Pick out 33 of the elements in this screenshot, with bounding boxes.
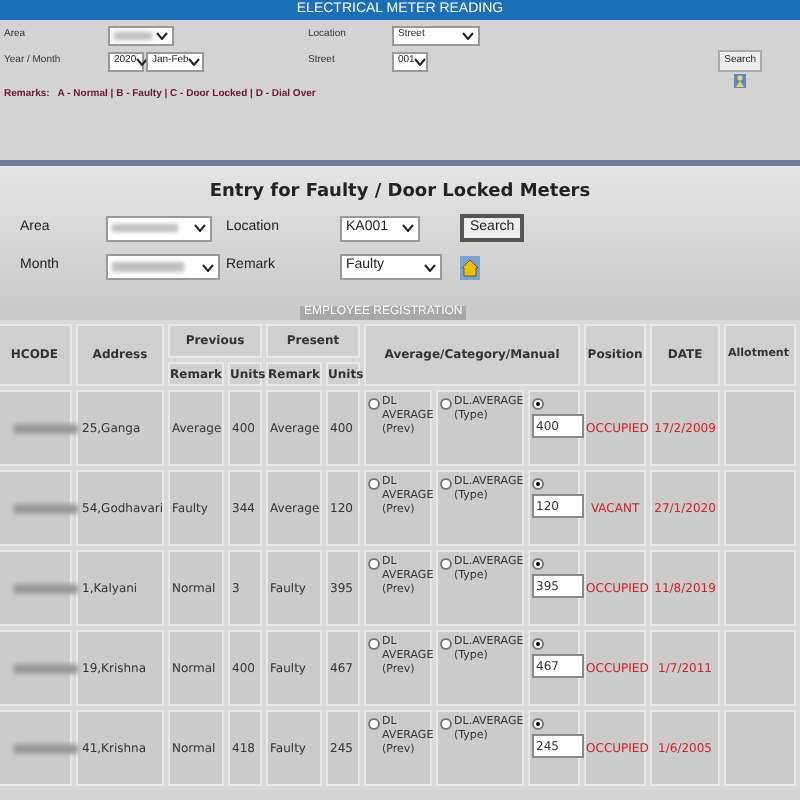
caret-icon: [402, 224, 414, 232]
person-icon[interactable]: [734, 74, 747, 88]
radio-button[interactable]: [368, 717, 381, 729]
radio-button[interactable]: [532, 637, 545, 649]
radio-button[interactable]: [532, 717, 545, 729]
radio-button[interactable]: [368, 637, 381, 649]
caret-icon: [202, 263, 214, 271]
select-field[interactable]: [106, 215, 212, 241]
section-title: Entry for Faulty / Door Locked Meters: [207, 180, 593, 206]
radio-button[interactable]: [532, 477, 545, 489]
radio-button[interactable]: [440, 397, 453, 409]
blurred-value: [112, 223, 178, 233]
caret-icon: [414, 58, 427, 66]
radio-button[interactable]: [532, 557, 545, 569]
radio-button[interactable]: [532, 397, 545, 409]
caret-icon: [156, 32, 168, 40]
radio-button[interactable]: [368, 557, 381, 569]
radio-button[interactable]: [440, 717, 453, 729]
radio-button[interactable]: [440, 477, 453, 489]
radio-button[interactable]: [440, 637, 453, 649]
caret-icon: [462, 32, 474, 40]
blurred-value: [112, 262, 184, 272]
blurred-value: [114, 32, 152, 40]
caret-icon: [188, 58, 201, 66]
caret-icon: [136, 58, 149, 66]
radio-button[interactable]: [368, 477, 381, 489]
radio-button[interactable]: [368, 397, 381, 409]
select-field[interactable]: [106, 254, 220, 280]
select-field[interactable]: [108, 26, 174, 46]
caret-icon: [424, 263, 436, 271]
radio-button[interactable]: [440, 557, 453, 569]
house-icon[interactable]: [460, 255, 480, 279]
caret-icon: [194, 224, 206, 232]
